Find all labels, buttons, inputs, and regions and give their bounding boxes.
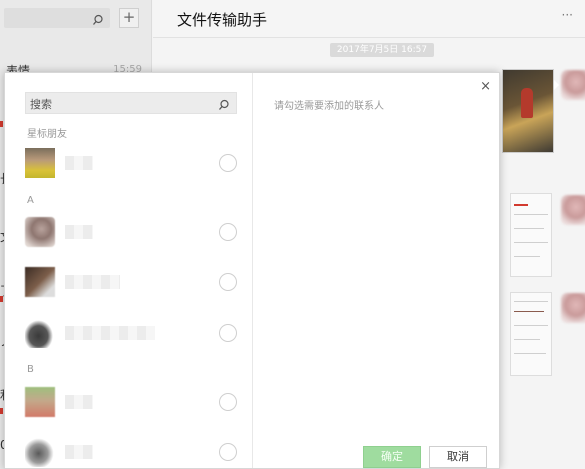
avatar[interactable] (561, 293, 585, 323)
section-b: B (27, 364, 34, 375)
contact-name-blurred (65, 156, 93, 170)
unread-dot (0, 121, 3, 127)
close-icon[interactable]: × (480, 79, 491, 94)
contact-picker: 搜索 星标朋友 A B (5, 73, 253, 468)
doc-line (514, 301, 548, 302)
unread-dot (0, 408, 3, 414)
doc-line (514, 242, 548, 243)
photo-figure (521, 88, 533, 118)
document-message[interactable] (510, 193, 552, 277)
confirm-button[interactable]: 确定 (363, 446, 421, 468)
section-a: A (27, 195, 34, 206)
select-radio[interactable] (219, 273, 237, 291)
add-button[interactable]: + (119, 8, 139, 28)
select-radio[interactable] (219, 324, 237, 342)
select-radio[interactable] (219, 154, 237, 172)
doc-line (514, 214, 548, 215)
doc-line (514, 256, 540, 257)
sidebar-search-box[interactable] (4, 8, 110, 28)
contact-row[interactable] (5, 209, 252, 257)
select-radio[interactable] (219, 393, 237, 411)
contact-row[interactable] (5, 259, 252, 307)
contact-name-blurred (65, 326, 155, 340)
add-contacts-dialog: 搜索 星标朋友 A B 请勾选需要添加的联系人 × 确定 取消 (4, 72, 500, 469)
cancel-button[interactable]: 取消 (429, 446, 487, 468)
section-starred-friends: 星标朋友 (27, 129, 67, 140)
chat-header: 文件传输助手 ··· (153, 0, 585, 38)
message-timestamp: 2017年7月5日 16:57 (330, 43, 434, 57)
search-icon (92, 11, 104, 30)
contact-row[interactable] (5, 310, 252, 358)
contact-row[interactable] (5, 140, 252, 188)
contact-name-blurred (65, 275, 120, 289)
contact-avatar (25, 318, 55, 348)
unread-dot (0, 296, 3, 302)
doc-line (514, 353, 546, 354)
selection-hint: 请勾选需要添加的联系人 (274, 101, 384, 112)
contact-name-blurred (65, 395, 93, 409)
document-message[interactable] (510, 292, 552, 376)
contact-search-input[interactable]: 搜索 (25, 92, 237, 114)
select-radio[interactable] (219, 443, 237, 461)
chat-title: 文件传输助手 (177, 11, 268, 29)
contact-name-blurred (65, 225, 93, 239)
contact-row[interactable] (5, 379, 252, 427)
selected-contacts-panel: 请勾选需要添加的联系人 × (254, 73, 499, 468)
doc-highlight (514, 204, 528, 206)
search-icon (218, 96, 230, 115)
select-radio[interactable] (219, 223, 237, 241)
contact-avatar (25, 148, 55, 178)
search-placeholder: 搜索 (30, 98, 52, 111)
avatar[interactable] (561, 195, 585, 225)
contact-avatar (25, 437, 55, 467)
contact-name-blurred (65, 445, 93, 459)
doc-line (514, 228, 544, 229)
more-options-button[interactable]: ··· (562, 8, 573, 22)
image-message[interactable] (502, 69, 554, 153)
contact-avatar (25, 267, 55, 297)
avatar[interactable] (561, 70, 585, 100)
doc-line (514, 311, 544, 312)
contact-avatar (25, 217, 55, 247)
contact-row[interactable] (5, 429, 252, 468)
contact-avatar (25, 387, 55, 417)
doc-line (514, 325, 548, 326)
bubble-arrow (554, 80, 559, 90)
doc-line (514, 339, 540, 340)
